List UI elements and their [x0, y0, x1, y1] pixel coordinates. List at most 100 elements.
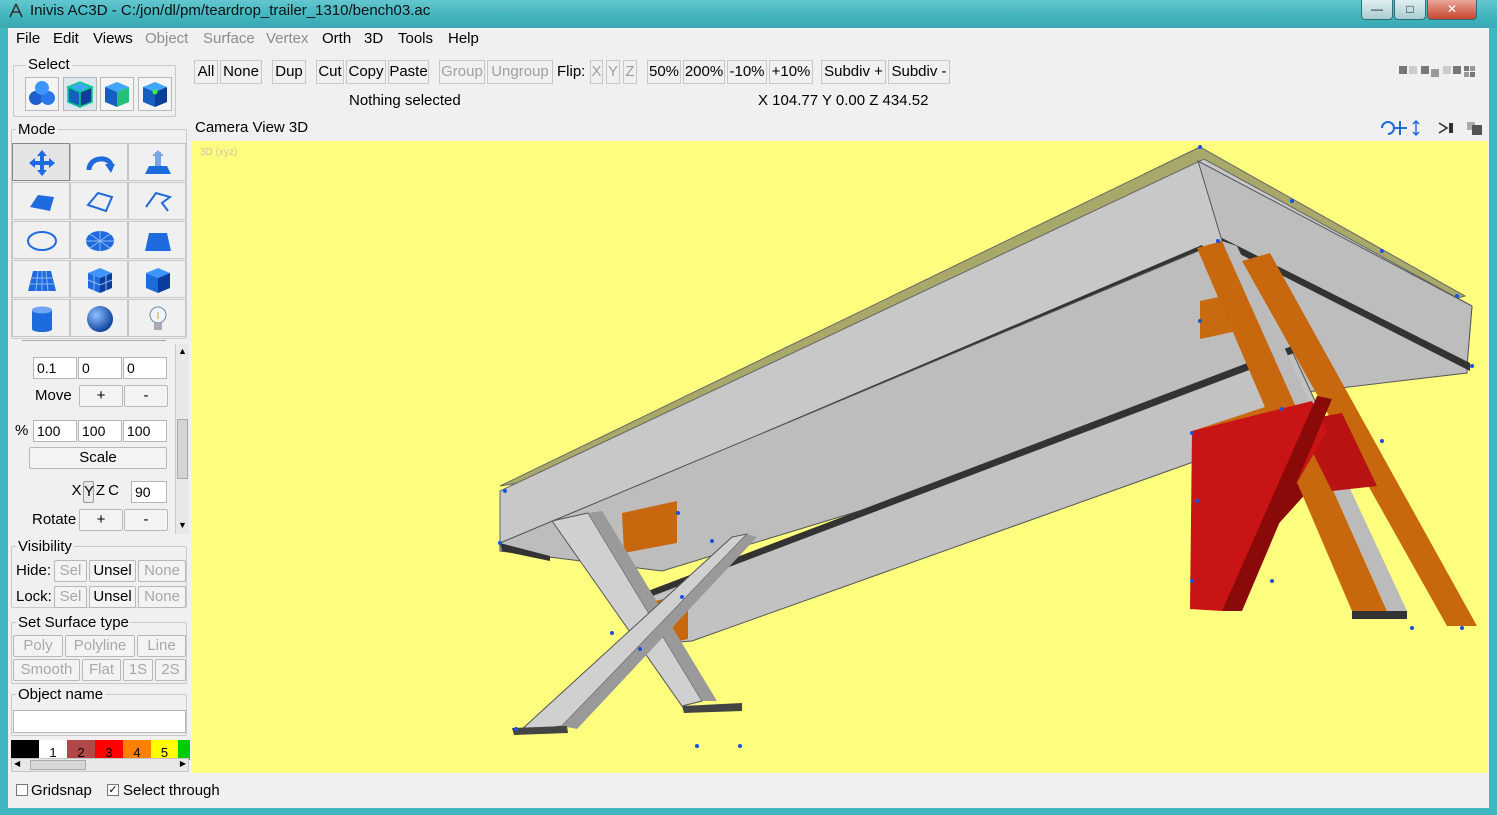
menu-file[interactable]: File — [16, 30, 40, 47]
scale-button[interactable]: Scale — [29, 447, 167, 469]
move-x-input[interactable]: 0.1 — [33, 357, 77, 379]
viewport-maximize-icon[interactable] — [1466, 119, 1484, 137]
zoom-out-10-button[interactable]: -10% — [727, 60, 767, 84]
scroll-down-arrow-icon[interactable]: ▼ — [178, 520, 187, 530]
axis-c-toggle[interactable]: C — [107, 481, 120, 503]
select-surface-icon[interactable] — [100, 77, 134, 111]
palette-scrollbar[interactable]: ◀ ▶ — [11, 758, 189, 772]
lock-sel-button[interactable]: Sel — [54, 586, 87, 608]
menu-views[interactable]: Views — [93, 30, 133, 47]
lock-unsel-button[interactable]: Unsel — [89, 586, 136, 608]
palette-scroll-right-icon[interactable]: ▶ — [180, 759, 186, 768]
close-button[interactable]: ✕ — [1427, 0, 1477, 20]
maximize-button[interactable]: □ — [1394, 0, 1426, 20]
palette-scroll-thumb[interactable] — [30, 760, 86, 770]
select-vertex-icon[interactable] — [138, 77, 172, 111]
zoom-in-10-button[interactable]: +10% — [769, 60, 813, 84]
scale-x-input[interactable]: 100 — [33, 420, 77, 442]
object-name-input[interactable] — [13, 710, 186, 733]
minimize-button[interactable]: — — [1361, 0, 1393, 20]
poly-button[interactable]: Poly — [13, 635, 63, 657]
axis-y-toggle[interactable]: Y — [83, 481, 94, 503]
subdivide-minus-button[interactable]: Subdiv - — [888, 60, 950, 84]
group-button[interactable]: Group — [439, 60, 485, 84]
palette-swatch-1[interactable]: 1 — [39, 740, 67, 760]
hide-sel-button[interactable]: Sel — [54, 560, 87, 582]
select-object-icon[interactable] — [63, 77, 97, 111]
two-sided-button[interactable]: 2S — [155, 659, 186, 681]
palette-swatch-5[interactable]: 5 — [151, 740, 178, 760]
select-all-button[interactable]: All — [194, 60, 218, 84]
polyline-icon[interactable] — [70, 182, 128, 220]
flip-y-button[interactable]: Y — [606, 60, 620, 84]
polygon-icon[interactable] — [12, 182, 70, 220]
select-group-icon[interactable] — [25, 77, 59, 111]
view-layout-icon[interactable] — [1398, 63, 1476, 81]
line-button[interactable]: Line — [137, 635, 186, 657]
cut-button[interactable]: Cut — [316, 60, 344, 84]
palette-swatch-6[interactable] — [178, 740, 190, 760]
menu-surface[interactable]: Surface — [203, 30, 255, 47]
side-panel-scrollbar[interactable]: ▲ ▼ — [175, 344, 189, 534]
line-icon[interactable] — [128, 182, 186, 220]
move-minus-button[interactable]: - — [124, 385, 168, 407]
zoom-50-button[interactable]: 50% — [647, 60, 681, 84]
rotate-icon[interactable] — [70, 143, 128, 181]
duplicate-button[interactable]: Dup — [272, 60, 306, 84]
flat-button[interactable]: Flat — [82, 659, 121, 681]
polyline-button[interactable]: Polyline — [65, 635, 135, 657]
move-plus-button[interactable]: + — [79, 385, 123, 407]
menu-orth[interactable]: Orth — [322, 30, 351, 47]
axis-z-toggle[interactable]: Z — [95, 481, 106, 503]
grid-cube-icon[interactable] — [70, 260, 128, 298]
trapezoid-icon[interactable] — [128, 221, 186, 259]
zoom-200-button[interactable]: 200% — [683, 60, 725, 84]
menu-vertex[interactable]: Vertex — [266, 30, 309, 47]
rotate-angle-input[interactable]: 90 — [131, 481, 167, 503]
palette-scroll-left-icon[interactable]: ◀ — [14, 759, 20, 768]
paste-button[interactable]: Paste — [388, 60, 429, 84]
box-icon[interactable] — [128, 260, 186, 298]
select-through-checkbox[interactable]: ✓ — [107, 784, 119, 796]
menu-edit[interactable]: Edit — [53, 30, 79, 47]
move-z-input[interactable]: 0 — [123, 357, 167, 379]
scale-z-input[interactable]: 100 — [123, 420, 167, 442]
scroll-thumb[interactable] — [177, 419, 188, 479]
sphere-icon[interactable] — [70, 299, 128, 337]
select-none-button[interactable]: None — [220, 60, 262, 84]
hide-none-button[interactable]: None — [138, 560, 186, 582]
copy-button[interactable]: Copy — [346, 60, 386, 84]
menu-3d[interactable]: 3D — [364, 30, 383, 47]
lock-none-button[interactable]: None — [138, 586, 186, 608]
extrude-icon[interactable] — [128, 143, 186, 181]
menu-tools[interactable]: Tools — [398, 30, 433, 47]
mesh-icon[interactable] — [12, 260, 70, 298]
subdivide-plus-button[interactable]: Subdiv + — [821, 60, 886, 84]
menu-object[interactable]: Object — [145, 30, 188, 47]
ungroup-button[interactable]: Ungroup — [487, 60, 553, 84]
rotate-minus-button[interactable]: - — [124, 509, 168, 531]
disc-icon[interactable] — [70, 221, 128, 259]
menu-help[interactable]: Help — [448, 30, 479, 47]
gridsnap-checkbox[interactable] — [16, 784, 28, 796]
flip-z-button[interactable]: Z — [623, 60, 637, 84]
move-icon[interactable] — [12, 143, 70, 181]
palette-swatch-3[interactable]: 3 — [95, 740, 123, 760]
camera-reset-icon[interactable] — [1437, 119, 1455, 137]
axis-x-toggle[interactable]: X — [71, 481, 82, 503]
light-icon[interactable] — [128, 299, 186, 337]
palette-swatch-4[interactable]: 4 — [123, 740, 151, 760]
cylinder-icon[interactable] — [12, 299, 70, 337]
flip-x-button[interactable]: X — [590, 60, 603, 84]
palette-swatch-2[interactable]: 2 — [67, 740, 95, 760]
move-y-input[interactable]: 0 — [78, 357, 122, 379]
scroll-up-arrow-icon[interactable]: ▲ — [178, 346, 187, 356]
3d-viewport[interactable]: 3D (xyz) — [192, 141, 1488, 773]
rotate-plus-button[interactable]: + — [79, 509, 123, 531]
hide-unsel-button[interactable]: Unsel — [89, 560, 136, 582]
scale-y-input[interactable]: 100 — [78, 420, 122, 442]
ellipse-icon[interactable] — [12, 221, 70, 259]
bench-model[interactable] — [192, 141, 1488, 773]
palette-swatch-0[interactable] — [11, 740, 39, 760]
one-sided-button[interactable]: 1S — [123, 659, 153, 681]
